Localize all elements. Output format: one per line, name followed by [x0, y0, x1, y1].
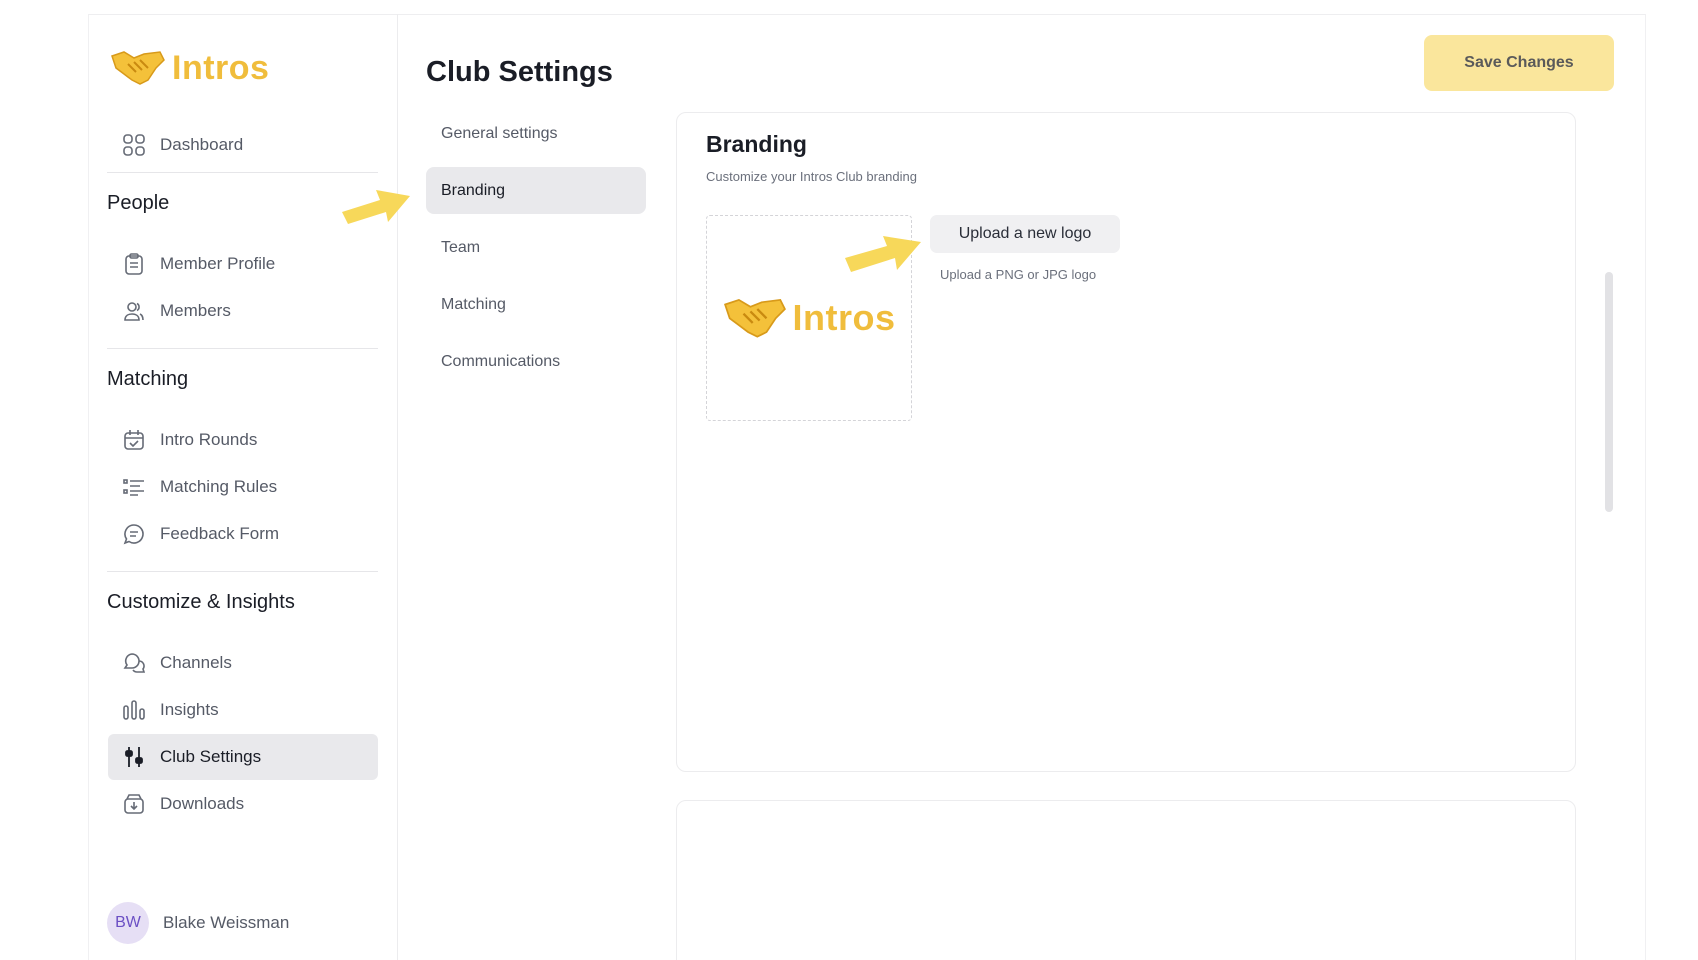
sidebar-item-matching-rules[interactable]: Matching Rules — [108, 464, 378, 510]
users-icon — [122, 299, 146, 323]
download-box-icon — [122, 792, 146, 816]
divider — [107, 571, 378, 572]
sidebar-item-downloads[interactable]: Downloads — [108, 781, 378, 827]
user-profile[interactable]: BW Blake Weissman — [107, 902, 289, 944]
sidebar-item-label: Downloads — [160, 794, 245, 813]
sidebar-item-label: Channels — [160, 653, 232, 672]
handshake-icon — [110, 46, 166, 91]
sidebar-item-label: Member Profile — [160, 254, 276, 273]
sidebar-item-label: Feedback Form — [160, 524, 280, 543]
app-logo[interactable]: Intros — [110, 46, 269, 91]
avatar: BW — [107, 902, 149, 944]
upload-hint: Upload a PNG or JPG logo — [940, 267, 1097, 282]
scrollbar[interactable] — [1605, 272, 1613, 512]
sidebar-item-label: Matching Rules — [160, 477, 278, 496]
sidebar-item-feedback-form[interactable]: Feedback Form — [108, 511, 378, 557]
sidebar-item-insights[interactable]: Insights — [108, 687, 378, 733]
subnav-communications[interactable]: Communications — [426, 338, 646, 385]
save-changes-button[interactable]: Save Changes — [1424, 35, 1614, 91]
page-title: Club Settings — [426, 56, 613, 88]
sidebar-item-members[interactable]: Members — [108, 288, 378, 334]
subnav-branding[interactable]: Branding — [426, 167, 646, 214]
branding-title: Branding — [706, 131, 807, 157]
logo-preview-text: Intros — [792, 297, 896, 338]
divider — [107, 172, 378, 173]
branding-card: Branding Customize your Intros Club bran… — [676, 112, 1576, 772]
chat-bubbles-icon — [122, 651, 146, 675]
upload-logo-button[interactable]: Upload a new logo — [930, 215, 1120, 253]
subnav-general-settings[interactable]: General settings — [426, 110, 646, 157]
sidebar-item-label: Club Settings — [160, 747, 262, 766]
section-title-matching: Matching — [107, 368, 189, 390]
grid-icon — [122, 133, 146, 157]
handshake-icon — [722, 293, 788, 344]
subnav-matching[interactable]: Matching — [426, 281, 646, 328]
arrow-pointer-icon — [342, 190, 410, 224]
sidebar-item-dashboard[interactable]: Dashboard — [108, 122, 378, 168]
bar-chart-icon — [122, 698, 146, 722]
sidebar-item-channels[interactable]: Channels — [108, 640, 378, 686]
sidebar-item-label: Members — [160, 301, 231, 320]
sidebar-item-club-settings[interactable]: Club Settings — [108, 734, 378, 780]
sidebar-item-label: Dashboard — [160, 135, 244, 154]
user-name: Blake Weissman — [163, 913, 290, 932]
secondary-card — [676, 800, 1576, 960]
sidebar-item-label: Insights — [160, 700, 219, 719]
section-title-people: People — [107, 192, 170, 214]
sliders-icon — [122, 745, 146, 769]
branding-subtitle: Customize your Intros Club branding — [706, 169, 917, 184]
chat-icon — [122, 522, 146, 546]
sidebar: Intros Dashboard People Member Profile M… — [88, 14, 398, 960]
arrow-pointer-icon — [845, 236, 921, 272]
sidebar-item-intro-rounds[interactable]: Intro Rounds — [108, 417, 378, 463]
sidebar-item-member-profile[interactable]: Member Profile — [108, 241, 378, 287]
logo-text: Intros — [172, 49, 270, 87]
section-title-customize: Customize & Insights — [107, 591, 295, 613]
calendar-check-icon — [122, 428, 146, 452]
clipboard-icon — [122, 252, 146, 276]
divider — [107, 348, 378, 349]
subnav-team[interactable]: Team — [426, 224, 646, 271]
list-icon — [122, 475, 146, 499]
sidebar-item-label: Intro Rounds — [160, 430, 258, 449]
